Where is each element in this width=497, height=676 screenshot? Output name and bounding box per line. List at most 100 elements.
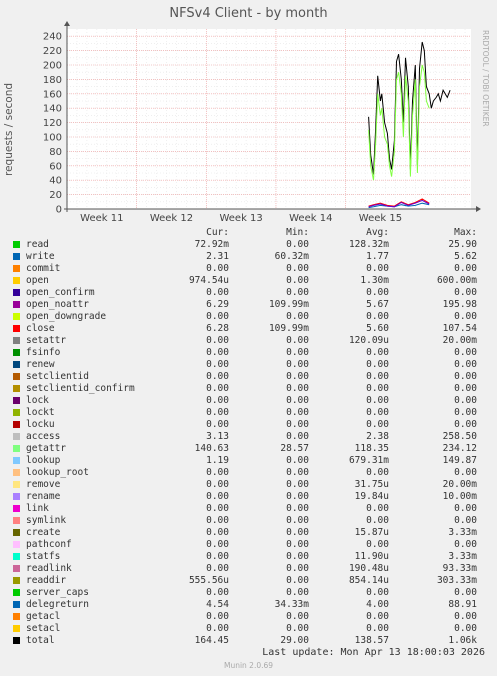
legend-swatch (13, 589, 20, 596)
legend-row: locku 0.00 0.00 0.00 0.00 (0, 419, 497, 431)
legend-max: 20.00m (442, 335, 477, 346)
legend-max: 0.00 (454, 503, 477, 514)
legend-swatch (13, 349, 20, 356)
legend-cur: 0.00 (206, 611, 229, 622)
legend-cur: 0.00 (206, 311, 229, 322)
legend-row: fsinfo 0.00 0.00 0.00 0.00 (0, 347, 497, 359)
legend-name: open_downgrade (26, 311, 107, 322)
x-tick-label: Week 11 (80, 213, 123, 224)
legend-min: 0.00 (286, 479, 309, 490)
legend-swatch (13, 301, 20, 308)
legend-row: close 6.28 109.99m 5.60 107.54 (0, 323, 497, 335)
legend-name: lookup (26, 455, 61, 466)
legend-cur: 0.00 (206, 371, 229, 382)
legend-min: 0.00 (286, 503, 309, 514)
legend-avg: 190.48u (348, 563, 389, 574)
legend-header-avg: Avg: (366, 227, 389, 238)
legend-max: 3.33m (448, 551, 477, 562)
legend-row: server_caps 0.00 0.00 0.00 0.00 (0, 587, 497, 599)
legend-swatch (13, 541, 20, 548)
legend-name: getacl (26, 611, 61, 622)
legend-row: pathconf 0.00 0.00 0.00 0.00 (0, 539, 497, 551)
legend-cur: 0.00 (206, 491, 229, 502)
x-tick-label: Week 12 (150, 213, 193, 224)
legend-max: 258.50 (442, 431, 477, 442)
legend-swatch (13, 253, 20, 260)
legend-min: 0.00 (286, 419, 309, 430)
legend-avg: 15.87u (354, 527, 389, 538)
legend-swatch (13, 493, 20, 500)
legend-name: symlink (26, 515, 67, 526)
legend-cur: 0.00 (206, 587, 229, 598)
x-tick-label: Week 15 (359, 213, 402, 224)
legend-avg: 0.00 (366, 587, 389, 598)
legend-swatch (13, 613, 20, 620)
legend-swatch (13, 361, 20, 368)
legend-max: 93.33m (442, 563, 477, 574)
legend-row: commit 0.00 0.00 0.00 0.00 (0, 263, 497, 275)
legend-cur: 164.45 (194, 635, 229, 646)
legend-row: lookup_root 0.00 0.00 0.00 0.00 (0, 467, 497, 479)
legend-row: readlink 0.00 0.00 190.48u 93.33m (0, 563, 497, 575)
legend-name: create (26, 527, 61, 538)
legend-max: 195.98 (442, 299, 477, 310)
legend-max: 0.00 (454, 395, 477, 406)
legend-name: statfs (26, 551, 61, 562)
legend-row: remove 0.00 0.00 31.75u 20.00m (0, 479, 497, 491)
legend-cur: 0.00 (206, 539, 229, 550)
legend-max: 25.90 (448, 239, 477, 250)
y-tick-label: 0 (56, 205, 62, 216)
legend-cur: 72.92m (194, 239, 229, 250)
legend-avg: 0.00 (366, 503, 389, 514)
legend-row: create 0.00 0.00 15.87u 3.33m (0, 527, 497, 539)
legend-swatch (13, 637, 20, 644)
legend-max: 0.00 (454, 515, 477, 526)
legend-name: open_confirm (26, 287, 95, 298)
x-axis-arrow (476, 206, 481, 212)
legend-name: locku (26, 419, 55, 430)
legend-cur: 0.00 (206, 347, 229, 358)
legend-min: 0.00 (286, 275, 309, 286)
legend-row: symlink 0.00 0.00 0.00 0.00 (0, 515, 497, 527)
legend-swatch (13, 313, 20, 320)
legend-row: lockt 0.00 0.00 0.00 0.00 (0, 407, 497, 419)
legend-swatch (13, 325, 20, 332)
legend-name: readdir (26, 575, 67, 586)
legend-min: 0.00 (286, 239, 309, 250)
legend-name: lockt (26, 407, 55, 418)
legend-swatch (13, 517, 20, 524)
legend-max: 0.00 (454, 407, 477, 418)
legend-avg: 0.00 (366, 311, 389, 322)
legend-min: 0.00 (286, 575, 309, 586)
legend-row: renew 0.00 0.00 0.00 0.00 (0, 359, 497, 371)
plot-area (67, 29, 471, 209)
legend-max: 0.00 (454, 467, 477, 478)
legend-swatch (13, 373, 20, 380)
legend-min: 0.00 (286, 395, 309, 406)
legend-max: 234.12 (442, 443, 477, 454)
legend-max: 0.00 (454, 383, 477, 394)
legend-row: getattr 140.63 28.57 118.35 234.12 (0, 443, 497, 455)
legend-cur: 0.00 (206, 263, 229, 274)
legend-cur: 4.54 (206, 599, 229, 610)
legend-header-max: Max: (454, 227, 477, 238)
legend-cur: 6.28 (206, 323, 229, 334)
legend-cur: 0.00 (206, 503, 229, 514)
legend-row: total 164.45 29.00 138.57 1.06k (0, 635, 497, 647)
legend-max: 0.00 (454, 311, 477, 322)
legend-row: open_downgrade 0.00 0.00 0.00 0.00 (0, 311, 497, 323)
legend-min: 0.00 (286, 311, 309, 322)
legend-max: 0.00 (454, 419, 477, 430)
legend-name: close (26, 323, 55, 334)
legend-cur: 974.54u (188, 275, 229, 286)
legend-avg: 118.35 (354, 443, 389, 454)
legend-name: setclientid (26, 371, 89, 382)
legend-avg: 19.84u (354, 491, 389, 502)
legend-avg: 0.00 (366, 419, 389, 430)
legend-swatch (13, 433, 20, 440)
legend-max: 600.00m (436, 275, 477, 286)
legend-name: open_noattr (26, 299, 89, 310)
legend-name: server_caps (26, 587, 89, 598)
y-axis-arrow (64, 21, 70, 26)
legend-max: 303.33m (436, 575, 477, 586)
